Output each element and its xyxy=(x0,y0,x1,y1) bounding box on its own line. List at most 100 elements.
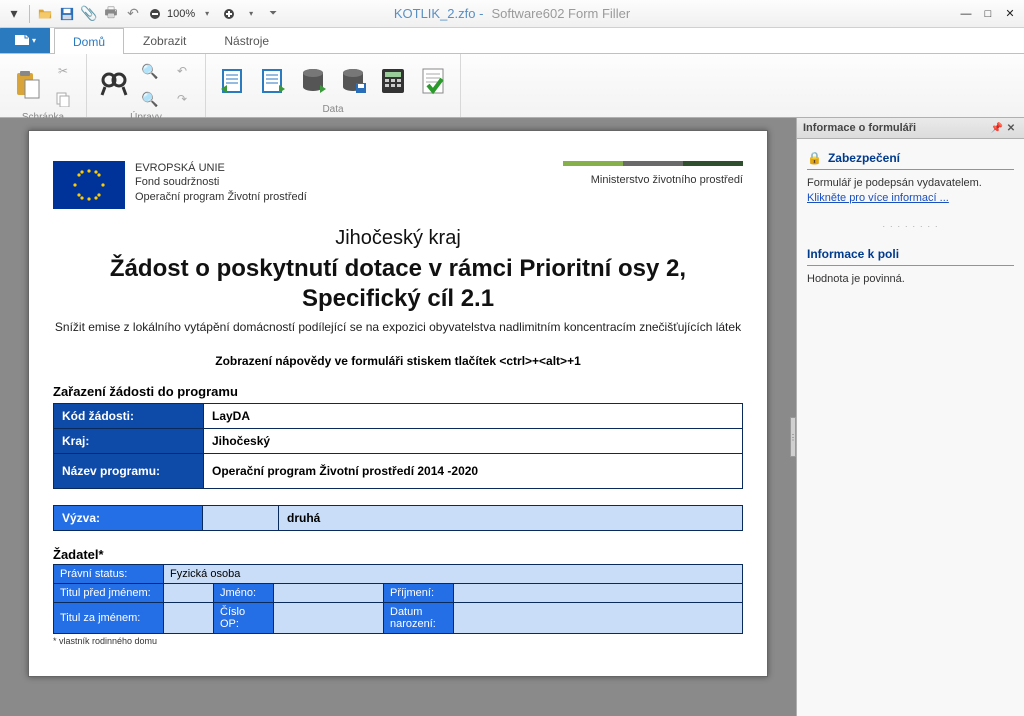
ministry-block: Ministerstvo životního prostředí xyxy=(563,161,743,186)
zadatel-footnote: * vlastník rodinného domu xyxy=(53,636,743,646)
qat-more-icon[interactable]: ▾ xyxy=(241,4,261,24)
kod-value[interactable]: LayDA xyxy=(204,404,743,429)
titulza-value[interactable] xyxy=(164,603,214,634)
ribbon-group-label: Data xyxy=(322,104,343,115)
vyzva-label: Výzva: xyxy=(53,505,203,531)
redo-ribbon-icon[interactable]: ↷ xyxy=(169,86,195,112)
sidebar-title: Informace o formuláři 📌 ✕ xyxy=(797,118,1024,139)
open-icon[interactable] xyxy=(35,4,55,24)
attach-icon[interactable]: 📎 xyxy=(79,4,99,24)
datum-label: Datum narození: xyxy=(384,603,454,634)
field-info-heading: Informace k poli xyxy=(807,245,1014,266)
vyzva-row: Výzva: druhá xyxy=(53,505,743,531)
zoom-dropdown-icon[interactable]: ▾ xyxy=(197,4,217,24)
calc-icon[interactable] xyxy=(376,64,410,98)
status-value[interactable]: Fyzická osoba xyxy=(164,565,743,584)
jmeno-value[interactable] xyxy=(274,584,384,603)
print-icon[interactable]: 🖶 xyxy=(101,4,121,24)
zadatel-heading: Žadatel* xyxy=(53,547,743,562)
qat-new-icon[interactable]: ▾ xyxy=(4,4,24,24)
ribbon: ✂ Schránka 🔍 🔍 ↶ ↷ Úpravy xyxy=(0,54,1024,118)
pin-icon[interactable]: 📌 xyxy=(990,121,1004,135)
jmeno-label: Jméno: xyxy=(214,584,274,603)
datum-value[interactable] xyxy=(454,603,743,634)
kod-label: Kód žádosti: xyxy=(54,404,204,429)
sidebar-title-text: Informace o formuláři xyxy=(803,122,916,134)
form-export-icon[interactable] xyxy=(256,64,290,98)
close-button[interactable]: ✕ xyxy=(1000,6,1020,22)
file-tab[interactable]: ▾ xyxy=(0,27,50,53)
doc-subtitle: Snížit emise z lokálního vytápění domácn… xyxy=(53,320,743,334)
security-heading-text: Zabezpečení xyxy=(828,151,900,165)
replace-icon[interactable]: 🔍 xyxy=(137,86,163,112)
zoom-in-icon[interactable] xyxy=(219,4,239,24)
close-panel-icon[interactable]: ✕ xyxy=(1004,121,1018,135)
find-icon[interactable] xyxy=(97,68,131,102)
ministry-bar-icon xyxy=(563,161,743,166)
program-table: Kód žádosti:LayDA Kraj:Jihočeský Název p… xyxy=(53,403,743,489)
field-info-text: Hodnota je povinná. xyxy=(807,272,1014,287)
titulpred-label: Titul před jménem: xyxy=(54,584,164,603)
find-next-icon[interactable]: 🔍 xyxy=(137,58,163,84)
kraj-value[interactable]: Jihočeský xyxy=(204,429,743,454)
ribbon-group-edits: 🔍 🔍 ↶ ↷ Úpravy xyxy=(87,54,206,117)
data-save-icon[interactable] xyxy=(336,64,370,98)
op-value[interactable] xyxy=(274,603,384,634)
op-label: Číslo OP: xyxy=(214,603,274,634)
eu-flag-icon xyxy=(53,161,125,209)
prijmeni-label: Příjmení: xyxy=(384,584,454,603)
appname: Software602 Form Filler xyxy=(491,6,630,21)
sidebar-divider: · · · · · · · · xyxy=(797,217,1024,235)
cut-icon[interactable]: ✂ xyxy=(50,58,76,84)
form-page: EVROPSKÁ UNIE Fond soudržnosti Operační … xyxy=(28,130,768,677)
doc-title: Žádost o poskytnutí dotace v rámci Prior… xyxy=(53,254,743,314)
help-hint: Zobrazení nápovědy ve formuláři stiskem … xyxy=(53,354,743,368)
ribbon-tabs: ▾ Domů Zobrazit Nástroje xyxy=(0,28,1024,54)
zadatel-table: Právní status: Fyzická osoba Titul před … xyxy=(53,564,743,634)
tab-tools[interactable]: Nástroje xyxy=(205,27,288,53)
prijmeni-value[interactable] xyxy=(454,584,743,603)
titulza-label: Titul za jménem: xyxy=(54,603,164,634)
zoom-level[interactable]: 100% xyxy=(167,4,195,24)
security-heading: 🔒 Zabezpečení xyxy=(807,149,1014,170)
vyzva-gap xyxy=(203,505,278,531)
eu-logo-block: EVROPSKÁ UNIE Fond soudržnosti Operační … xyxy=(53,161,307,209)
tab-view[interactable]: Zobrazit xyxy=(124,27,205,53)
ministry-label: Ministerstvo životního prostředí xyxy=(563,174,743,186)
sidebar: Informace o formuláři 📌 ✕ 🔒 Zabezpečení … xyxy=(796,118,1024,716)
section-heading-program: Zařazení žádosti do programu xyxy=(53,384,743,399)
quick-access-toolbar: ▾ 📎 🖶 ↶ 100% ▾ ▾ ⏷ xyxy=(0,4,283,24)
titulpred-value[interactable] xyxy=(164,584,214,603)
program-label: Název programu: xyxy=(54,454,204,489)
filename: KOTLIK_2.zfo - xyxy=(394,6,484,21)
data-load-icon[interactable] xyxy=(296,64,330,98)
kraj-label: Kraj: xyxy=(54,429,204,454)
tab-home[interactable]: Domů xyxy=(54,28,124,54)
ribbon-group-data: Data xyxy=(206,54,461,117)
eu-line1: EVROPSKÁ UNIE xyxy=(135,161,307,175)
window-title: KOTLIK_2.zfo - Software602 Form Filler xyxy=(394,6,630,21)
qat-customize-icon[interactable]: ⏷ xyxy=(263,4,283,24)
ribbon-group-clipboard: ✂ Schránka xyxy=(0,54,87,117)
splitter-handle[interactable]: ⋮ xyxy=(790,417,796,457)
lock-icon: 🔒 xyxy=(807,151,822,165)
undo-ribbon-icon[interactable]: ↶ xyxy=(169,58,195,84)
minimize-button[interactable]: — xyxy=(956,6,976,22)
undo-icon[interactable]: ↶ xyxy=(123,4,143,24)
zoom-out-icon[interactable] xyxy=(145,4,165,24)
eu-line3: Operační program Životní prostředí xyxy=(135,190,307,204)
region-heading: Jihočeský kraj xyxy=(53,227,743,250)
document-area[interactable]: EVROPSKÁ UNIE Fond soudržnosti Operační … xyxy=(0,118,796,716)
paste-icon[interactable] xyxy=(10,68,44,102)
maximize-button[interactable]: □ xyxy=(978,6,998,22)
security-link[interactable]: Klikněte pro více informací ... xyxy=(807,192,949,204)
titlebar: ▾ 📎 🖶 ↶ 100% ▾ ▾ ⏷ KOTLIK_2.zfo - Softwa… xyxy=(0,0,1024,28)
copy-icon[interactable] xyxy=(50,86,76,112)
save-icon[interactable] xyxy=(57,4,77,24)
check-icon[interactable] xyxy=(416,64,450,98)
vyzva-value[interactable]: druhá xyxy=(278,505,743,531)
eu-line2: Fond soudržnosti xyxy=(135,175,307,189)
form-import-icon[interactable] xyxy=(216,64,250,98)
security-text: Formulář je podepsán vydavatelem. xyxy=(807,176,1014,191)
program-value[interactable]: Operační program Životní prostředí 2014 … xyxy=(204,454,743,489)
